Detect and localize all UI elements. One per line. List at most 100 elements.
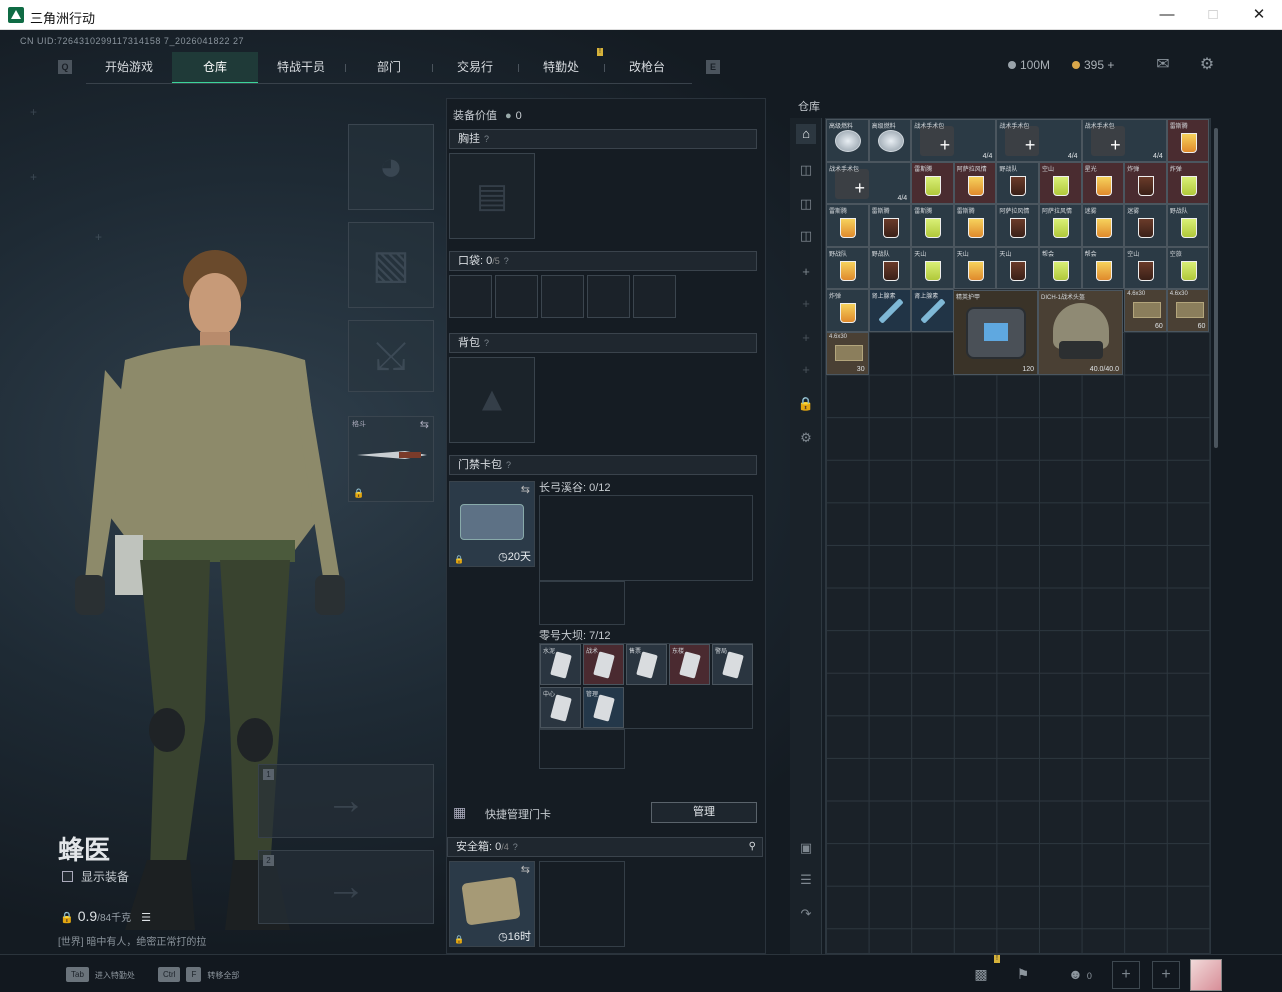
- avatar[interactable]: [1190, 959, 1222, 991]
- add-tab-icon[interactable]: +: [796, 328, 816, 348]
- hint-transfer-all[interactable]: Ctrl F 转移全部: [158, 967, 239, 982]
- show-gear-checkbox[interactable]: 显示装备: [62, 868, 129, 885]
- help-icon[interactable]: ?: [513, 842, 518, 852]
- stash-item[interactable]: 迷雾: [1124, 204, 1167, 247]
- keycard-item[interactable]: 警局: [712, 644, 753, 685]
- tab-warehouse[interactable]: 仓库: [172, 52, 258, 84]
- nav-next-key-icon[interactable]: E: [706, 60, 720, 74]
- keycard-item[interactable]: 售票: [626, 644, 667, 685]
- pistol-slot[interactable]: ⤩: [348, 320, 434, 392]
- stash-item[interactable]: 帮会: [1039, 246, 1082, 290]
- stats-icon[interactable]: ▩: [968, 961, 994, 987]
- stash-item[interactable]: 雷斯腾: [953, 204, 997, 247]
- hint-enter-special-ops[interactable]: Tab 进入特勤处: [66, 967, 135, 982]
- tab-gunsmith[interactable]: 改枪台: [604, 52, 690, 84]
- minimize-button[interactable]: —: [1144, 3, 1190, 27]
- stash-item[interactable]: 野战队: [826, 246, 869, 290]
- tab-special-ops[interactable]: 特勤处: [518, 52, 604, 84]
- stash-item[interactable]: 雷斯腾: [911, 204, 954, 247]
- stash-item[interactable]: 肾上腺素: [911, 289, 954, 332]
- stash-item-vest[interactable]: 精英护甲 120: [953, 290, 1038, 375]
- settings-gear-icon[interactable]: ⚙: [1198, 56, 1216, 74]
- stash-item[interactable]: 肾上腺素: [868, 289, 912, 332]
- stash-item[interactable]: 野战队: [996, 161, 1039, 205]
- stash-item[interactable]: 空山: [1124, 246, 1167, 290]
- add-squad-button[interactable]: +: [1112, 961, 1140, 989]
- stash-item[interactable]: 空山: [1039, 161, 1082, 205]
- pocket-slot[interactable]: [587, 275, 630, 318]
- tab-department[interactable]: 部门: [346, 52, 432, 84]
- swap-icon[interactable]: ⇆: [521, 863, 530, 876]
- pocket-slot[interactable]: [495, 275, 538, 318]
- currency-coins[interactable]: 100M: [1008, 58, 1050, 72]
- lock-icon[interactable]: 🔒: [796, 394, 816, 414]
- keycard-item[interactable]: 中心: [540, 687, 581, 728]
- currency-tickets[interactable]: 395 +: [1072, 58, 1114, 72]
- stash-item[interactable]: 迷雾: [1081, 204, 1125, 247]
- melee-slot[interactable]: 格斗 ⇆ 🔒: [348, 416, 434, 502]
- warehouse-tab-2-icon[interactable]: ◫: [796, 160, 816, 180]
- tab-trading[interactable]: 交易行: [432, 52, 518, 84]
- primary-weapon-slot[interactable]: 1 →: [258, 764, 434, 838]
- helmet-slot[interactable]: ◕: [348, 124, 434, 210]
- map1-keycard-grid[interactable]: [539, 495, 753, 581]
- help-icon[interactable]: ?: [484, 338, 489, 348]
- stash-scrollbar[interactable]: [1214, 128, 1218, 448]
- stash-item[interactable]: 雷斯腾: [1166, 119, 1210, 162]
- stash-item[interactable]: 4.6x30 60: [1166, 289, 1210, 332]
- add-tab-icon[interactable]: +: [796, 294, 816, 314]
- tab-start-game[interactable]: 开始游戏: [86, 52, 172, 84]
- manage-button[interactable]: 管理: [651, 802, 757, 823]
- stash-item[interactable]: 星光: [1081, 161, 1125, 205]
- swap-icon[interactable]: ⇆: [420, 418, 429, 431]
- chest-rig-slot[interactable]: ▤: [449, 153, 535, 239]
- help-icon[interactable]: ?: [504, 256, 509, 266]
- stash-item[interactable]: 炸弹: [1166, 161, 1210, 205]
- stash-item[interactable]: 野战队: [1166, 204, 1210, 247]
- stash-item[interactable]: 阿萨拉风情: [996, 204, 1039, 247]
- stash-item[interactable]: 野战队: [868, 246, 912, 290]
- pin-icon[interactable]: ⚲: [749, 838, 756, 856]
- safe-box-grid[interactable]: [539, 861, 625, 947]
- add-tab-icon[interactable]: +: [796, 360, 816, 380]
- stash-item[interactable]: 4.6x30 60: [1124, 289, 1167, 332]
- layers-icon[interactable]: ☰: [796, 870, 816, 890]
- warehouse-grid[interactable]: 高级燃料高级燃料战术手术包4/4战术手术包4/4战术手术包4/4雷斯腾战术手术包…: [825, 118, 1211, 954]
- flag-icon[interactable]: ⚑: [1010, 961, 1036, 987]
- stash-item[interactable]: 天山: [996, 246, 1039, 290]
- armor-slot[interactable]: ▧: [348, 222, 434, 308]
- nav-prev-key-icon[interactable]: Q: [58, 60, 72, 74]
- stash-item[interactable]: 战术手术包 4/4: [1081, 119, 1167, 162]
- swap-icon[interactable]: ⇆: [521, 483, 530, 496]
- safe-box-slot[interactable]: ⇆ 🔒 ◷16时: [449, 861, 535, 947]
- add-squad-button[interactable]: +: [1152, 961, 1180, 989]
- backpack-slot[interactable]: ▲: [449, 357, 535, 443]
- warehouse-main-icon[interactable]: ⌂: [796, 124, 816, 144]
- secondary-weapon-slot[interactable]: 2 →: [258, 850, 434, 924]
- stash-item[interactable]: 高级燃料: [868, 119, 912, 162]
- stash-item[interactable]: 雷斯腾: [868, 204, 912, 247]
- stash-item[interactable]: 雷斯腾: [911, 161, 954, 205]
- tab-operators[interactable]: 特战干员: [258, 52, 344, 84]
- help-icon[interactable]: ?: [506, 460, 511, 470]
- warehouse-tab-3-icon[interactable]: ◫: [796, 194, 816, 214]
- stash-item[interactable]: 战术手术包 4/4: [911, 119, 997, 162]
- stash-item[interactable]: 炸弹: [826, 289, 869, 332]
- pocket-slot[interactable]: [449, 275, 492, 318]
- settings-gear-icon[interactable]: ⚙: [796, 428, 816, 448]
- stash-item[interactable]: 空旅: [1166, 246, 1210, 290]
- stash-item[interactable]: 雷斯腾: [826, 204, 869, 247]
- add-tab-icon[interactable]: +: [796, 262, 816, 282]
- stash-item[interactable]: 阿萨拉风情: [953, 161, 997, 205]
- keycard-item[interactable]: 水泥: [540, 644, 581, 685]
- keycard-case-slot[interactable]: ⇆ 🔒 ◷20天: [449, 481, 535, 567]
- stash-item-helmet[interactable]: DICH-1战术头盔 40.0/40.0: [1038, 290, 1123, 375]
- pocket-slot[interactable]: [541, 275, 584, 318]
- stash-item[interactable]: 炸弹: [1124, 161, 1167, 205]
- stash-item[interactable]: 天山: [953, 246, 997, 290]
- stash-item[interactable]: 战术手术包 4/4: [996, 119, 1082, 162]
- stash-item[interactable]: 高级燃料: [826, 119, 869, 162]
- stash-item[interactable]: 帮会: [1081, 246, 1125, 290]
- map1-keycard-grid-ext[interactable]: [539, 581, 625, 625]
- keycard-item[interactable]: 战术: [583, 644, 624, 685]
